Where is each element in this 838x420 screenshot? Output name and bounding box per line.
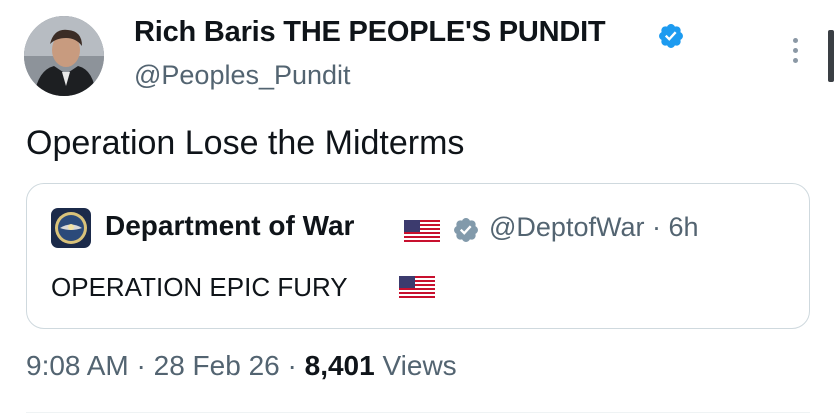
divider	[26, 412, 810, 413]
tweet-time[interactable]: 9:08 AM	[26, 350, 129, 381]
verified-badge-icon	[659, 24, 683, 48]
views-count[interactable]: 8,401	[305, 350, 375, 381]
author-handle[interactable]: @Peoples_Pundit	[134, 60, 351, 91]
gray-verified-badge-icon	[454, 218, 478, 242]
scrollbar[interactable]	[828, 30, 834, 82]
quoted-tweet-text: OPERATION EPIC FURY	[51, 272, 348, 302]
tweet-date[interactable]: 28 Feb 26	[154, 350, 280, 381]
department-seal-icon[interactable]	[51, 208, 91, 248]
author-avatar[interactable]	[24, 16, 104, 96]
avatar-image	[24, 16, 104, 96]
quoted-handle-time[interactable]: @DeptofWar · 6h	[489, 212, 698, 243]
tweet-metadata: 9:08 AM · 28 Feb 26 · 8,401 Views	[26, 350, 457, 382]
meta-separator: ·	[128, 350, 154, 381]
quoted-tweet-card[interactable]: Department of War @DeptofWar · 6h OPERAT…	[26, 183, 810, 329]
tweet-container: Rich Baris THE PEOPLE'S PUNDIT @Peoples_…	[0, 0, 838, 420]
meta-separator: ·	[279, 350, 305, 381]
us-flag-icon	[404, 220, 440, 242]
author-name[interactable]: Rich Baris THE PEOPLE'S PUNDIT	[134, 16, 606, 49]
us-flag-icon	[399, 276, 435, 298]
more-options-icon[interactable]	[784, 30, 806, 70]
tweet-text: Operation Lose the Midterms	[26, 124, 465, 162]
quoted-author-name[interactable]: Department of War	[105, 210, 354, 242]
views-label: Views	[374, 350, 457, 381]
